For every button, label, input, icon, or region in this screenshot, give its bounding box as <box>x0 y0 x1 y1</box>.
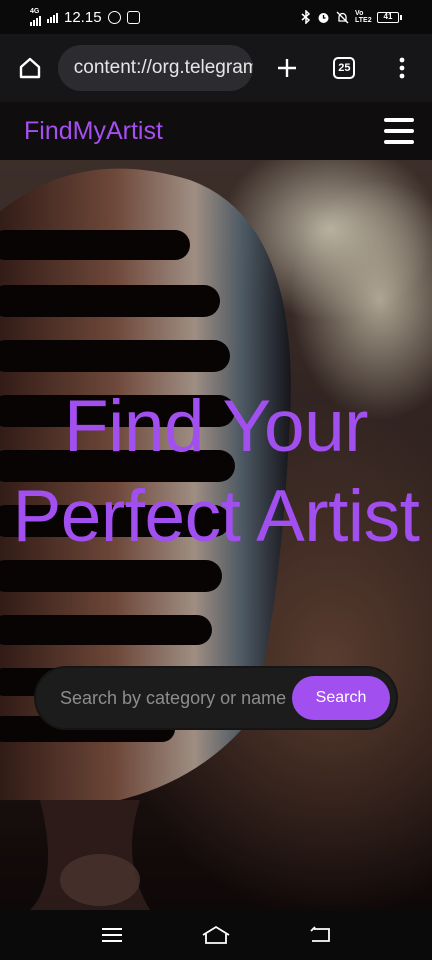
tab-switcher-button[interactable]: 25 <box>324 48 364 88</box>
search-button[interactable]: Search <box>292 676 390 720</box>
hero-title: Find Your Perfect Artist <box>12 386 420 557</box>
bluetooth-icon <box>301 10 311 24</box>
mute-icon <box>336 11 349 23</box>
site-logo[interactable]: FindMyArtist <box>24 117 163 146</box>
system-nav-bar <box>0 910 432 960</box>
tab-switcher-icon: 25 <box>333 57 356 79</box>
signal-bars-icon <box>30 15 41 26</box>
status-right: Vo LTE2 41 <box>301 10 402 24</box>
home-nav-icon <box>202 925 230 944</box>
home-nav-button[interactable] <box>196 915 236 955</box>
battery-icon: 41 <box>377 11 402 23</box>
address-bar[interactable]: content://org.telegram <box>57 45 253 91</box>
back-icon <box>310 926 330 942</box>
battery-level: 41 <box>377 11 399 23</box>
hero-section: Find Your Perfect Artist Search <box>0 160 432 910</box>
back-button[interactable] <box>300 915 340 955</box>
search-input[interactable] <box>60 678 292 718</box>
new-tab-button[interactable] <box>267 48 307 88</box>
new-tab-icon <box>277 59 296 77</box>
clock: 12.15 <box>64 8 102 26</box>
browser-home-button[interactable] <box>10 48 50 88</box>
url-text: content://org.telegram <box>73 57 253 78</box>
alarm-icon <box>318 12 329 23</box>
hamburger-menu-icon[interactable] <box>384 118 414 144</box>
signal-1: 4G <box>30 8 41 26</box>
site-header: FindMyArtist <box>0 102 432 160</box>
more-icon <box>399 57 405 79</box>
browser-toolbar: content://org.telegram 25 <box>0 34 432 102</box>
more-menu-button[interactable] <box>382 48 422 88</box>
status-bar: 4G 12.15 Vo LTE2 41 <box>0 0 432 34</box>
volte-label: Vo LTE2 <box>355 10 372 24</box>
status-left: 4G 12.15 <box>30 8 140 26</box>
signal-bars-2-icon <box>47 12 58 23</box>
whatsapp-icon <box>107 10 121 24</box>
recent-apps-button[interactable] <box>92 915 132 955</box>
home-icon <box>19 57 41 79</box>
recent-apps-icon <box>102 928 122 942</box>
camera-icon <box>126 10 140 24</box>
search-bar: Search <box>36 668 396 728</box>
network-label: 4G <box>30 8 40 15</box>
